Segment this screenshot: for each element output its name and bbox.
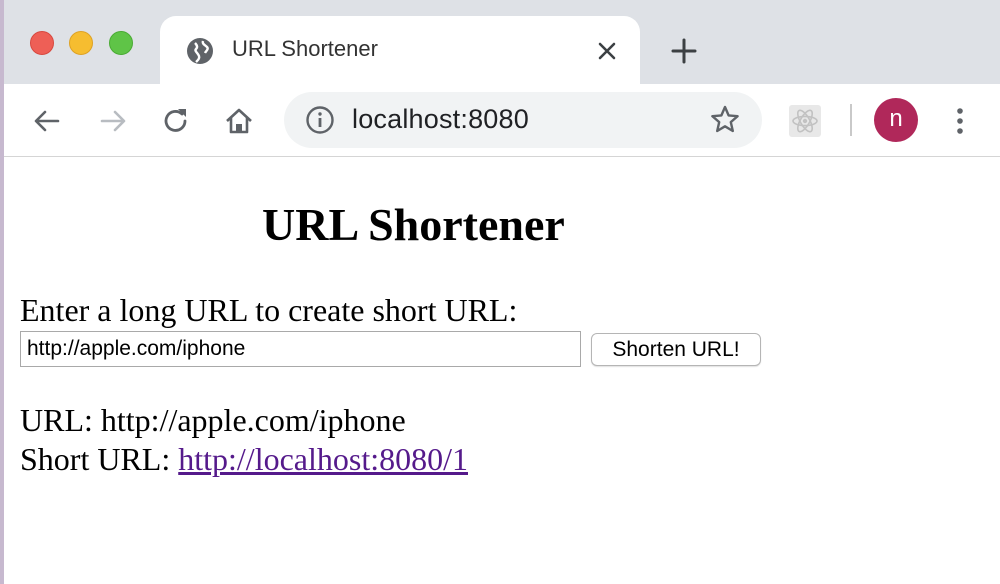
browser-tab[interactable]: URL Shortener (160, 16, 640, 84)
address-bar[interactable]: localhost:8080 (284, 92, 762, 148)
reload-icon[interactable] (159, 104, 193, 138)
address-bar-url[interactable]: localhost:8080 (352, 104, 529, 135)
window-maximize-button[interactable] (109, 31, 133, 55)
long-url-input[interactable] (20, 331, 581, 367)
short-url-link[interactable]: http://localhost:8080/1 (178, 441, 468, 477)
window-edge (0, 0, 4, 584)
globe-icon (187, 38, 213, 64)
forward-arrow-icon[interactable] (96, 104, 130, 138)
toolbar-divider (850, 104, 852, 136)
tab-title: URL Shortener (232, 36, 378, 61)
back-arrow-icon[interactable] (30, 104, 64, 138)
react-devtools-extension-icon[interactable] (788, 104, 822, 138)
window-minimize-button[interactable] (69, 31, 93, 55)
info-icon[interactable] (304, 104, 336, 136)
profile-avatar[interactable]: n (874, 98, 918, 142)
new-tab-icon[interactable] (668, 35, 700, 67)
tab-strip: URL Shortener (0, 0, 1000, 84)
result-url-line: URL: http://apple.com/iphone (20, 402, 406, 439)
window-close-button[interactable] (30, 31, 54, 55)
kebab-menu-icon[interactable] (946, 104, 974, 138)
short-url-label: Short URL: (20, 441, 179, 477)
home-icon[interactable] (222, 104, 256, 138)
page-title: URL Shortener (262, 199, 565, 250)
result-short-url-line: Short URL: http://localhost:8080/1 (20, 441, 468, 478)
browser-window: URL Shortener localhost:8080 n URL Short… (0, 0, 1000, 584)
result-url-label: URL: (20, 402, 101, 438)
url-prompt-label: Enter a long URL to create short URL: (20, 292, 518, 328)
star-icon[interactable] (708, 103, 742, 137)
shorten-url-button[interactable]: Shorten URL! (591, 333, 761, 366)
browser-toolbar: localhost:8080 n (0, 84, 1000, 157)
tab-close-icon[interactable] (592, 36, 622, 66)
result-url-value: http://apple.com/iphone (100, 402, 406, 438)
page-content: URL Shortener Enter a long URL to create… (0, 158, 1000, 584)
